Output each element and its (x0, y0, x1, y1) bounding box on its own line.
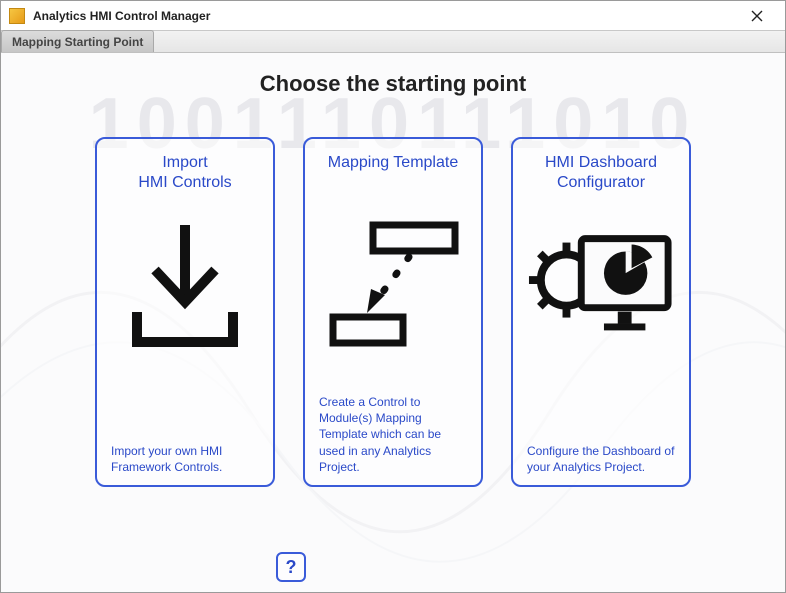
close-icon (751, 10, 763, 22)
window-title: Analytics HMI Control Manager (33, 9, 737, 23)
download-icon (111, 205, 259, 365)
tab-label: Mapping Starting Point (12, 35, 143, 49)
card-title: Mapping Template (328, 153, 458, 195)
card-row: ImportHMI Controls Import your own HMI F… (1, 137, 785, 487)
close-button[interactable] (737, 1, 777, 30)
app-window: Analytics HMI Control Manager Mapping St… (0, 0, 786, 593)
tab-mapping-starting-point[interactable]: Mapping Starting Point (1, 30, 154, 52)
card-description: Import your own HMI Framework Controls. (111, 431, 259, 475)
app-icon (9, 8, 25, 24)
dashboard-config-icon (527, 205, 675, 365)
tabstrip: Mapping Starting Point (1, 31, 785, 53)
card-title: ImportHMI Controls (138, 153, 231, 195)
card-mapping-template[interactable]: Mapping Template Create a Control to Mod… (303, 137, 483, 487)
content-area: 1001110111010 Choose the starting point … (1, 53, 785, 592)
card-description: Create a Control to Module(s) Mapping Te… (319, 382, 467, 475)
mapping-icon (319, 205, 467, 365)
page-heading: Choose the starting point (1, 71, 785, 97)
card-import-hmi-controls[interactable]: ImportHMI Controls Import your own HMI F… (95, 137, 275, 487)
card-hmi-dashboard-configurator[interactable]: HMI DashboardConfigurator (511, 137, 691, 487)
card-title: HMI DashboardConfigurator (545, 153, 657, 195)
titlebar: Analytics HMI Control Manager (1, 1, 785, 31)
card-description: Configure the Dashboard of your Analytic… (527, 431, 675, 475)
help-label: ? (286, 557, 297, 578)
help-button[interactable]: ? (276, 552, 306, 582)
